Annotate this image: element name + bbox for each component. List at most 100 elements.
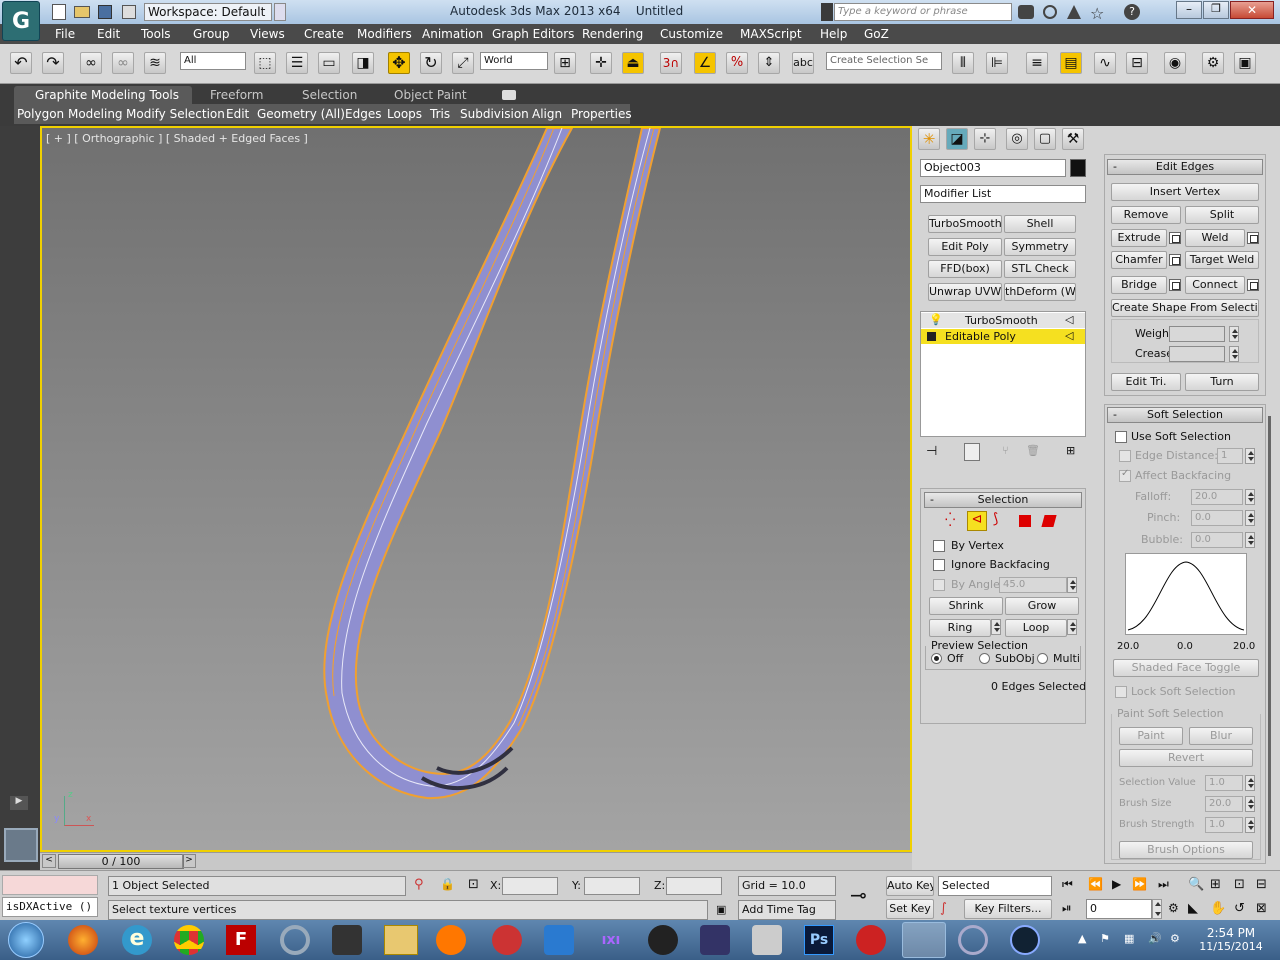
media-player-icon[interactable] <box>436 925 466 955</box>
menu-goz[interactable]: GoZ <box>864 27 889 41</box>
object-name-input[interactable]: Object003 <box>920 159 1066 177</box>
selection-filter-dropdown[interactable]: All <box>180 52 246 70</box>
reference-coordinate-dropdown[interactable]: World <box>480 52 548 70</box>
help-icon[interactable]: ? <box>1124 4 1140 20</box>
menu-help[interactable]: Help <box>820 27 847 41</box>
tray-volume-icon[interactable]: 🔊 <box>1148 932 1162 945</box>
menu-create[interactable]: Create <box>304 27 344 41</box>
edit-tri-button[interactable]: Edit Tri. <box>1111 373 1181 391</box>
vertex-mode-icon[interactable]: ⁛ <box>945 513 955 528</box>
weight-spinner[interactable] <box>1229 326 1239 342</box>
hierarchy-tab-icon[interactable]: ⊹ <box>974 128 996 150</box>
by-angle-input[interactable]: 45.0 <box>999 577 1067 593</box>
insert-vertex-button[interactable]: Insert Vertex <box>1111 183 1259 201</box>
align-icon[interactable]: ⊫ <box>986 52 1008 74</box>
tab-selection[interactable]: Selection <box>302 88 357 102</box>
blur-button[interactable]: Blur <box>1189 727 1253 745</box>
edge-distance-checkbox[interactable] <box>1119 450 1131 462</box>
tray-misc-icon[interactable]: ⚙ <box>1170 932 1180 945</box>
graphite-toggle-icon[interactable]: ▤ <box>1060 52 1082 74</box>
bind-space-warp-icon[interactable]: ≋ <box>144 52 166 74</box>
prev-frame-icon[interactable]: ⏪ <box>1088 877 1103 891</box>
by-angle-spinner[interactable] <box>1067 577 1077 593</box>
photoshop-icon[interactable]: Ps <box>804 925 834 955</box>
use-soft-selection-checkbox[interactable] <box>1115 431 1127 443</box>
time-tag-icon[interactable]: ▣ <box>716 903 726 916</box>
bubble-spinner[interactable] <box>1245 532 1255 548</box>
edit-named-selection-icon[interactable]: abc <box>792 52 814 74</box>
display-tab-icon[interactable]: ▢ <box>1034 128 1056 150</box>
lock-soft-selection-checkbox[interactable] <box>1115 686 1127 698</box>
close-button[interactable]: ✕ <box>1230 1 1274 19</box>
tab-object-paint[interactable]: Object Paint <box>394 88 467 102</box>
element-mode-icon[interactable] <box>1041 515 1057 527</box>
selection-rollout-header[interactable]: - Selection <box>924 492 1082 508</box>
pivot-center-icon[interactable]: ⊞ <box>554 52 576 74</box>
brush-strength-spinner[interactable] <box>1245 817 1255 833</box>
tab-graphite-modeling-tools[interactable]: Graphite Modeling Tools <box>35 88 179 102</box>
key-mode-dropdown[interactable]: Selected <box>938 876 1052 896</box>
preview-off-radio[interactable] <box>931 653 942 664</box>
border-mode-icon[interactable]: ⟆ <box>993 511 998 527</box>
menu-tools[interactable]: Tools <box>141 27 171 41</box>
expand-track-bar-icon[interactable]: ▶ <box>10 796 28 810</box>
dropbox-icon[interactable] <box>544 925 574 955</box>
remove-modifier-icon[interactable]: 🗑 <box>1026 444 1040 457</box>
turn-button[interactable]: Turn <box>1185 373 1259 391</box>
preview-subobj-radio[interactable] <box>979 653 990 664</box>
rectangular-selection-icon[interactable]: ▭ <box>318 52 340 74</box>
key-mode-icon[interactable]: ⏯ <box>1062 901 1072 916</box>
zoom-extents-all-icon[interactable]: ⊟ <box>1256 877 1267 892</box>
project-folder-icon[interactable] <box>122 5 136 19</box>
tab-freeform[interactable]: Freeform <box>210 88 263 102</box>
extrude-settings-icon[interactable] <box>1169 232 1181 244</box>
ribbon-edges[interactable]: Edges <box>345 107 381 121</box>
subscription-icon[interactable] <box>1067 5 1081 19</box>
brush-size-spinner[interactable] <box>1245 796 1255 812</box>
brush-options-button[interactable]: Brush Options <box>1119 841 1253 859</box>
ie-icon[interactable]: e <box>122 925 152 955</box>
time-config-icon[interactable]: ⚙ <box>1168 901 1179 915</box>
brush-size-input[interactable]: 20.0 <box>1205 796 1243 812</box>
ribbon-polygon-modeling[interactable]: Polygon Modeling <box>17 107 123 121</box>
loop-spinner[interactable] <box>1067 619 1077 635</box>
angle-snap-icon[interactable]: ∠ <box>694 52 716 74</box>
favorites-star-icon[interactable]: ☆ <box>1090 4 1104 23</box>
search-input[interactable]: Type a keyword or phrase <box>834 3 1012 21</box>
show-end-result-icon[interactable] <box>964 443 980 461</box>
mini-listener-icon[interactable] <box>4 828 38 862</box>
ribbon-align[interactable]: Align <box>532 107 562 121</box>
target-weld-button[interactable]: Target Weld <box>1185 251 1259 269</box>
mod-unwrap-uvw-button[interactable]: Unwrap UVW <box>928 283 1002 301</box>
create-tab-icon[interactable]: ✳ <box>918 128 940 150</box>
snaps-toggle-icon[interactable]: 3∩ <box>660 52 682 74</box>
selection-value-spinner[interactable] <box>1245 775 1255 791</box>
ribbon-subdivision[interactable]: Subdivision <box>460 107 529 121</box>
menu-maxscript[interactable]: MAXScript <box>740 27 802 41</box>
spinner-snap-icon[interactable]: ⇕ <box>758 52 780 74</box>
ribbon-options-icon[interactable] <box>502 90 516 100</box>
time-slider[interactable]: < 0 / 100 > <box>40 852 912 870</box>
select-and-manipulate-icon[interactable]: ✛ <box>590 52 612 74</box>
set-key-icon[interactable]: ⊸ <box>850 883 867 907</box>
stack-item-turbosmooth[interactable]: 💡 TurboSmooth ◁ <box>921 313 1085 328</box>
field-of-view-icon[interactable]: ◣ <box>1188 901 1198 916</box>
y-coord-input[interactable] <box>584 877 640 895</box>
motion-tab-icon[interactable]: ◎ <box>1006 128 1028 150</box>
app-icon-6[interactable] <box>700 925 730 955</box>
time-prev-icon[interactable]: < <box>42 854 56 868</box>
affect-backfacing-checkbox[interactable]: ✓ <box>1119 468 1131 482</box>
brush-strength-input[interactable]: 1.0 <box>1205 817 1243 833</box>
stack-item-editable-poly[interactable]: Editable Poly ◁ <box>921 329 1085 344</box>
current-frame-input[interactable]: 0 <box>1086 899 1152 919</box>
redo-icon[interactable]: ↷ <box>42 52 64 74</box>
play-icon[interactable]: ▶ <box>1112 877 1121 891</box>
connect-button[interactable]: Connect <box>1185 276 1245 294</box>
menu-file[interactable]: File <box>55 27 75 41</box>
split-button[interactable]: Split <box>1185 206 1259 224</box>
current-frame-spinner[interactable] <box>1152 899 1162 919</box>
extrude-button[interactable]: Extrude <box>1111 229 1167 247</box>
workspace-dropdown[interactable]: Workspace: Default <box>144 3 272 21</box>
open-file-icon[interactable] <box>74 6 90 18</box>
menu-modifiers[interactable]: Modifiers <box>357 27 412 41</box>
